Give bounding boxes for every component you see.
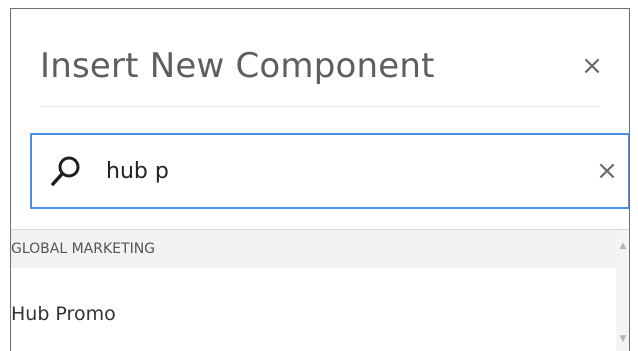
dialog-header: Insert New Component × [40,44,603,107]
group-header: GLOBAL MARKETING [11,230,617,268]
result-item-hub-promo[interactable]: Hub Promo [11,290,611,338]
scroll-down-icon[interactable]: ▼ [616,333,629,345]
close-icon[interactable]: × [578,48,606,84]
search-box[interactable]: × [30,133,629,209]
insert-component-dialog: Insert New Component × × GLOBAL MARKETIN… [10,8,630,351]
clear-icon[interactable]: × [592,151,622,191]
results-list: GLOBAL MARKETING Hub Promo ▲ ▼ [11,229,629,351]
scrollbar[interactable]: ▲ ▼ [616,230,629,351]
scroll-up-icon[interactable]: ▲ [616,240,629,252]
group-header-label: GLOBAL MARKETING [11,241,156,257]
search-icon [51,156,80,186]
search-input[interactable] [106,149,576,193]
dialog-title: Insert New Component [40,46,435,86]
